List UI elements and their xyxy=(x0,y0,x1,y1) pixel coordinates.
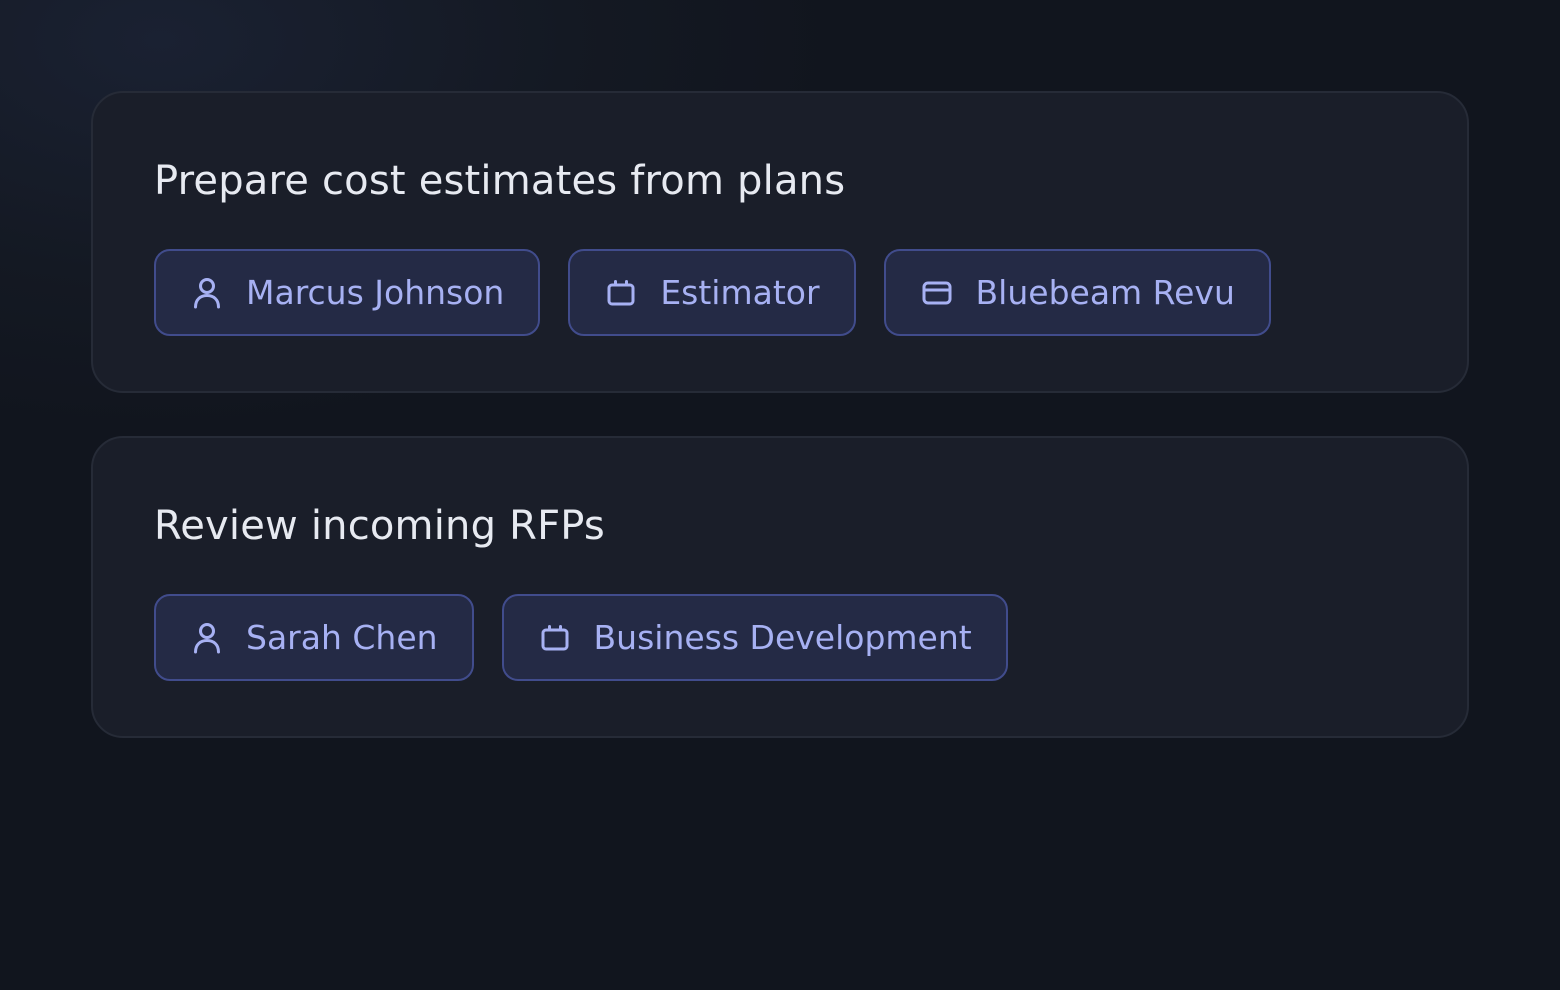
task-list: Prepare cost estimates from plans Marcus… xyxy=(91,91,1469,781)
task-title: Review incoming RFPs xyxy=(154,503,605,549)
assignee-label: Sarah Chen xyxy=(246,618,438,657)
credit-card-icon xyxy=(920,276,954,310)
task-tags: Marcus Johnson Estimator Bluebeam Revu xyxy=(154,249,1467,336)
briefcase-icon xyxy=(538,621,572,655)
assignee-chip[interactable]: Sarah Chen xyxy=(154,594,474,681)
tool-chip[interactable]: Bluebeam Revu xyxy=(883,249,1271,336)
briefcase-icon xyxy=(604,276,638,310)
tool-label: Bluebeam Revu xyxy=(975,273,1235,312)
role-label: Business Development xyxy=(593,618,972,657)
role-label: Estimator xyxy=(660,273,820,312)
role-chip[interactable]: Business Development xyxy=(501,594,1008,681)
role-chip[interactable]: Estimator xyxy=(568,249,856,336)
task-title: Prepare cost estimates from plans xyxy=(154,158,846,204)
person-icon xyxy=(190,621,224,655)
person-icon xyxy=(190,276,224,310)
task-tags: Sarah Chen Business Development xyxy=(154,594,1467,681)
task-card[interactable]: Prepare cost estimates from plans Marcus… xyxy=(91,91,1469,393)
assignee-chip[interactable]: Marcus Johnson xyxy=(154,249,541,336)
assignee-label: Marcus Johnson xyxy=(246,273,505,312)
task-card[interactable]: Review incoming RFPs Sarah Chen Business… xyxy=(91,436,1469,738)
